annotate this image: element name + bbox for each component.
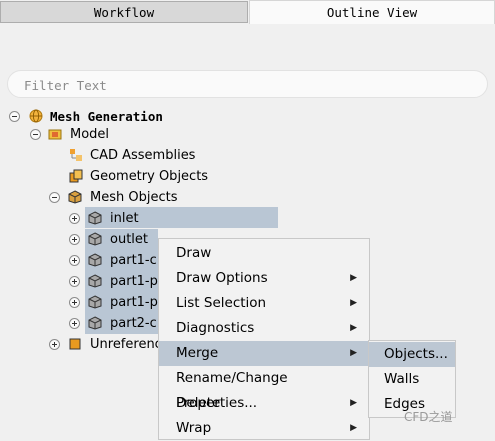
- tree-label-mesh-object: part1-p: [110, 274, 158, 289]
- tree-item-mesh-objects[interactable]: Mesh Objects: [48, 187, 248, 208]
- menu-item-label: Delete: [176, 395, 221, 411]
- tree-item-unreferenced[interactable]: Unreferenc: [48, 334, 158, 355]
- submenu-arrow-icon: ▶: [350, 423, 357, 433]
- mesh-object-icon: [88, 316, 102, 330]
- submenu-arrow-icon: ▶: [350, 398, 357, 408]
- tab-bar: Workflow Outline View: [0, 0, 495, 24]
- filter-input[interactable]: [22, 75, 466, 95]
- expand-icon[interactable]: [69, 234, 80, 245]
- cad-assemblies-icon: [70, 149, 82, 161]
- menu-item-label: Wrap: [176, 420, 212, 436]
- mesh-object-icon: [88, 211, 102, 225]
- menu-item-label: List Selection: [176, 295, 267, 311]
- tree-item-mesh-object[interactable]: outlet: [68, 229, 158, 250]
- mesh-object-icon: [88, 274, 102, 288]
- collapse-icon[interactable]: [49, 192, 60, 203]
- mesh-object-icon: [88, 232, 102, 246]
- merge-submenu: Objects... Walls Edges: [368, 340, 456, 418]
- menu-item-list-selection[interactable]: List Selection ▶: [159, 291, 369, 316]
- submenu-arrow-icon: ▶: [350, 348, 357, 358]
- tree-label-mesh-object: inlet: [110, 211, 139, 226]
- geometry-objects-icon: [69, 169, 83, 183]
- collapse-icon[interactable]: [9, 111, 20, 122]
- context-menu: Draw Draw Options ▶ List Selection ▶ Diagn…: [158, 238, 370, 440]
- tree-item-mesh-object[interactable]: part1-p: [68, 271, 158, 292]
- mesh-objects-icon: [68, 190, 82, 204]
- tab-workflow[interactable]: Workflow: [0, 1, 248, 23]
- submenu-arrow-icon: ▶: [350, 298, 357, 308]
- tree-item-mesh-object[interactable]: inlet: [68, 208, 158, 229]
- tree-item-mesh-object[interactable]: part2-c: [68, 313, 158, 334]
- expand-icon[interactable]: [69, 213, 80, 224]
- expand-icon[interactable]: [69, 318, 80, 329]
- menu-item-label: Merge: [176, 345, 219, 361]
- tree-label-geometry-objects: Geometry Objects: [90, 169, 209, 184]
- tree-label-model: Model: [70, 127, 110, 142]
- menu-item-wrap[interactable]: Wrap ▶: [159, 416, 369, 441]
- tree-label-mesh-object: part1-c: [110, 253, 157, 268]
- expand-icon[interactable]: [69, 255, 80, 266]
- tree-label-mesh-object: part1-p: [110, 295, 158, 310]
- collapse-icon[interactable]: [30, 129, 41, 140]
- watermark: CFD之道: [404, 410, 453, 424]
- menu-item-diagnostics[interactable]: Diagnostics ▶: [159, 316, 369, 341]
- mesh-object-icon: [88, 295, 102, 309]
- menu-item-rename[interactable]: Rename/Change Properties...: [159, 366, 369, 411]
- tree-item-cad-assemblies[interactable]: CAD Assemblies: [69, 145, 269, 166]
- tree-label-unreferenced: Unreferenc: [90, 337, 158, 352]
- submenu-item-objects[interactable]: Objects...: [369, 342, 455, 367]
- filter-box: [7, 70, 488, 98]
- unreferenced-icon: [69, 338, 81, 350]
- expand-icon[interactable]: [69, 276, 80, 287]
- tree-label-mesh-object: outlet: [110, 232, 148, 247]
- tab-outline-view[interactable]: Outline View: [249, 0, 495, 24]
- globe-icon: [29, 109, 43, 123]
- tree-label-mesh-object: part2-c: [110, 316, 157, 331]
- menu-item-label: Diagnostics: [176, 320, 255, 336]
- tree-item-model[interactable]: Model: [29, 124, 229, 145]
- tree-item-geometry-objects[interactable]: Geometry Objects: [69, 166, 269, 187]
- submenu-arrow-icon: ▶: [350, 273, 357, 283]
- menu-item-label: Draw Options: [176, 270, 268, 286]
- menu-item-merge[interactable]: Merge ▶: [159, 341, 369, 366]
- menu-item-label: Draw: [176, 245, 212, 261]
- mesh-object-icon: [88, 253, 102, 267]
- expand-icon[interactable]: [49, 339, 60, 350]
- tree-item-mesh-object[interactable]: part1-c: [68, 250, 158, 271]
- tree-label-mesh-objects: Mesh Objects: [90, 190, 178, 205]
- menu-item-draw-options[interactable]: Draw Options ▶: [159, 266, 369, 291]
- submenu-arrow-icon: ▶: [350, 323, 357, 333]
- submenu-item-walls[interactable]: Walls: [369, 367, 455, 392]
- tree-item-mesh-object[interactable]: part1-p: [68, 292, 158, 313]
- tree-label-cad-assemblies: CAD Assemblies: [90, 148, 196, 163]
- menu-item-delete[interactable]: Delete ▶: [159, 391, 369, 416]
- expand-icon[interactable]: [69, 297, 80, 308]
- menu-item-draw[interactable]: Draw: [159, 241, 369, 266]
- model-icon: [48, 129, 62, 140]
